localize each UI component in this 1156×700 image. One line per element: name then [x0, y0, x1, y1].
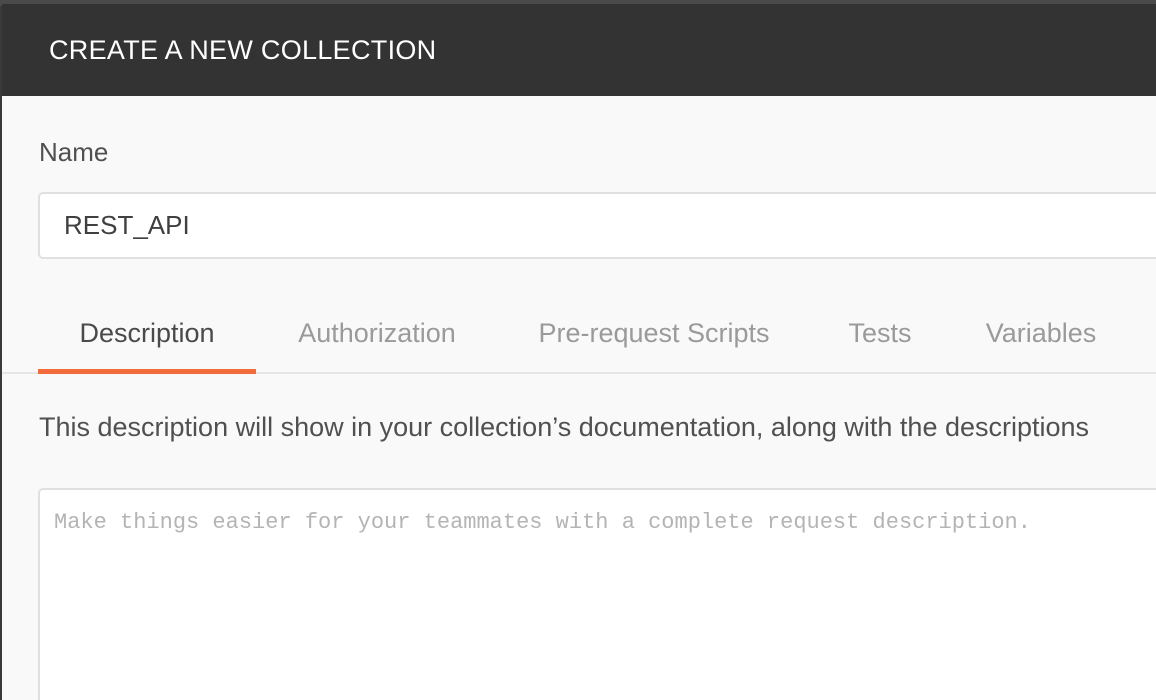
modal-header: CREATE A NEW COLLECTION — [2, 4, 1156, 96]
name-input[interactable] — [38, 192, 1156, 259]
tab-description[interactable]: Description — [38, 294, 256, 374]
tab-pre-request-scripts[interactable]: Pre-request Scripts — [516, 294, 792, 372]
description-textarea[interactable] — [38, 488, 1156, 700]
tab-authorization[interactable]: Authorization — [272, 294, 482, 372]
name-label: Name — [39, 137, 109, 167]
modal-title: CREATE A NEW COLLECTION — [49, 34, 437, 65]
create-collection-modal: CREATE A NEW COLLECTION Name Description… — [2, 4, 1156, 700]
tab-tests[interactable]: Tests — [828, 294, 932, 372]
description-help-text: This description will show in your colle… — [39, 412, 1090, 442]
tab-variables[interactable]: Variables — [964, 294, 1118, 372]
tab-bar: Description Authorization Pre-request Sc… — [2, 294, 1156, 374]
